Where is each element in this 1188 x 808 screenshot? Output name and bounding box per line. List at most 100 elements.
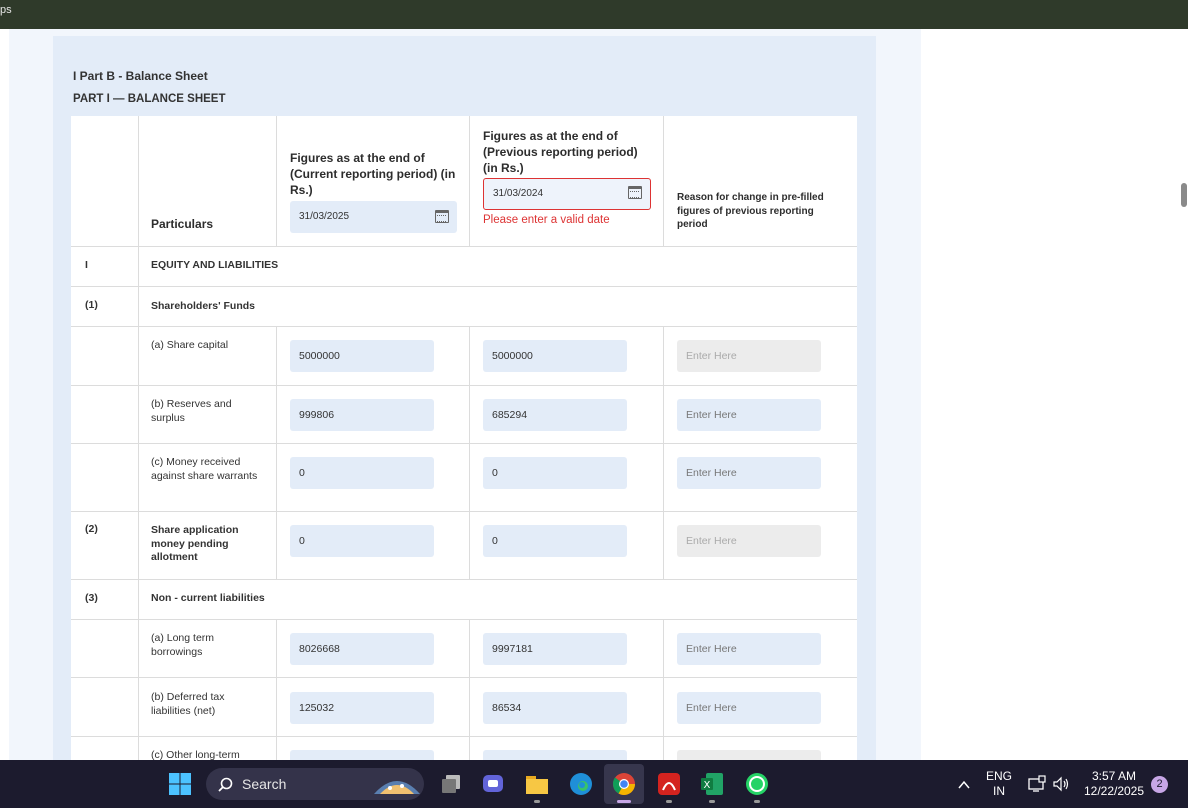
other-long-term-previous-input[interactable]: [483, 750, 627, 760]
col-divider: [276, 116, 277, 246]
share-warrants-previous-input[interactable]: 0: [483, 457, 627, 489]
running-indicator: [666, 800, 672, 803]
row-label: (c) Other long-term: [151, 749, 240, 760]
row-label: (b) Deferred tax liabilities (net): [151, 691, 225, 717]
running-indicator: [754, 800, 760, 803]
other-long-term-current-input[interactable]: [290, 750, 434, 760]
share-capital-previous-input[interactable]: 5000000: [483, 340, 627, 372]
current-date-value: 31/03/2025: [299, 211, 350, 222]
svg-text:X: X: [704, 780, 711, 791]
notification-badge[interactable]: 2: [1151, 776, 1168, 793]
search-label: Search: [242, 776, 287, 792]
top-bar-text: ps: [0, 4, 12, 16]
row-label: (a) Long term borrowings: [151, 632, 215, 658]
col-divider: [276, 326, 277, 579]
row-label: (a) Share capital: [151, 339, 229, 351]
chevron-up-icon[interactable]: [957, 777, 971, 791]
taskbar-search-box[interactable]: Search: [206, 768, 424, 800]
running-indicator: [709, 800, 715, 803]
language-indicator[interactable]: ENG IN: [984, 769, 1014, 799]
row-number: (2): [85, 523, 98, 535]
share-application-reason-input[interactable]: Enter Here: [677, 525, 821, 557]
row-number: (1): [85, 299, 98, 311]
taskbar: Search X ENG IN 3:57 AM 12/22/2025 2: [0, 760, 1188, 808]
row-divider: [71, 246, 857, 247]
task-view-icon[interactable]: [440, 773, 462, 795]
teams-chat-icon[interactable]: [481, 772, 505, 796]
row-divider: [71, 443, 857, 444]
col-divider: [663, 619, 664, 760]
share-application-previous-input[interactable]: 0: [483, 525, 627, 557]
browser-top-bar: ps: [0, 0, 1188, 29]
col-divider: [469, 326, 470, 579]
row-divider: [71, 619, 857, 620]
row-label: Share application money pending allotmen…: [151, 524, 239, 563]
long-term-borrowings-reason-input[interactable]: Enter Here: [677, 633, 821, 665]
long-term-borrowings-previous-input[interactable]: 9997181: [483, 633, 627, 665]
running-indicator: [534, 800, 540, 803]
row-number: (3): [85, 592, 98, 604]
share-warrants-current-input[interactable]: 0: [290, 457, 434, 489]
header-particulars: Particulars: [151, 217, 214, 231]
chrome-browser-icon[interactable]: [604, 764, 644, 804]
previous-period-date-picker[interactable]: 31/03/2024: [483, 178, 651, 210]
row-divider: [71, 736, 857, 737]
row-divider: [71, 511, 857, 512]
language-label: ENG: [985, 769, 1012, 783]
row-divider: [71, 286, 857, 287]
col-divider: [663, 116, 664, 246]
row-label: Non - current liabilities: [151, 592, 265, 604]
edge-browser-icon[interactable]: [569, 772, 593, 796]
reserves-reason-input[interactable]: Enter Here: [677, 399, 821, 431]
section-subtitle: PART I — BALANCE SHEET: [73, 93, 226, 105]
col-divider: [276, 619, 277, 760]
current-period-date-picker[interactable]: 31/03/2025: [290, 201, 457, 233]
section-title: I Part B - Balance Sheet: [73, 69, 208, 83]
reserves-previous-input[interactable]: 685294: [483, 399, 627, 431]
row-divider: [71, 677, 857, 678]
row-divider: [71, 385, 857, 386]
volume-icon[interactable]: [1052, 775, 1070, 793]
search-highlight-image: [374, 781, 420, 794]
acrobat-pdf-icon[interactable]: [657, 772, 681, 796]
share-capital-current-input[interactable]: 5000000: [290, 340, 434, 372]
header-current-period: Figures as at the end of (Current report…: [290, 151, 456, 197]
deferred-tax-reason-input[interactable]: Enter Here: [677, 692, 821, 724]
col-divider: [469, 619, 470, 760]
start-windows-icon[interactable]: [169, 773, 191, 795]
scrollbar-thumb[interactable]: [1181, 183, 1187, 207]
share-application-current-input[interactable]: 0: [290, 525, 434, 557]
row-number: I: [85, 259, 88, 271]
file-explorer-icon[interactable]: [525, 773, 549, 795]
search-icon: [218, 777, 233, 792]
balance-sheet-table: Particulars Figures as at the end of (Cu…: [71, 116, 857, 760]
network-icon[interactable]: [1028, 775, 1046, 793]
clock[interactable]: 3:57 AM 12/22/2025: [1080, 769, 1148, 799]
share-warrants-reason-input[interactable]: Enter Here: [677, 457, 821, 489]
col-divider: [469, 116, 470, 246]
reserves-current-input[interactable]: 999806: [290, 399, 434, 431]
other-long-term-reason-input[interactable]: [677, 750, 821, 760]
date-error-message: Please enter a valid date: [483, 214, 610, 226]
clock-date: 12/22/2025: [1083, 784, 1145, 798]
calendar-icon[interactable]: [628, 186, 642, 199]
row-label: Shareholders' Funds: [151, 300, 256, 312]
calendar-icon[interactable]: [435, 210, 449, 223]
row-label: (b) Reserves and surplus: [151, 398, 232, 424]
header-previous-period: Figures as at the end of (Previous repor…: [483, 129, 638, 175]
whatsapp-icon[interactable]: [745, 772, 769, 796]
col-divider: [138, 116, 139, 760]
active-indicator: [617, 800, 631, 803]
row-label: EQUITY AND LIABILITIES: [151, 259, 279, 271]
row-divider: [71, 326, 857, 327]
row-label: (c) Money received against share warrant…: [151, 456, 258, 482]
clock-time: 3:57 AM: [1091, 769, 1137, 783]
share-capital-reason-input[interactable]: Enter Here: [677, 340, 821, 372]
deferred-tax-current-input[interactable]: 125032: [290, 692, 434, 724]
row-divider: [71, 579, 857, 580]
deferred-tax-previous-input[interactable]: 86534: [483, 692, 627, 724]
excel-icon[interactable]: X: [700, 772, 724, 796]
col-divider: [663, 326, 664, 579]
long-term-borrowings-current-input[interactable]: 8026668: [290, 633, 434, 665]
region-label: IN: [993, 784, 1005, 798]
